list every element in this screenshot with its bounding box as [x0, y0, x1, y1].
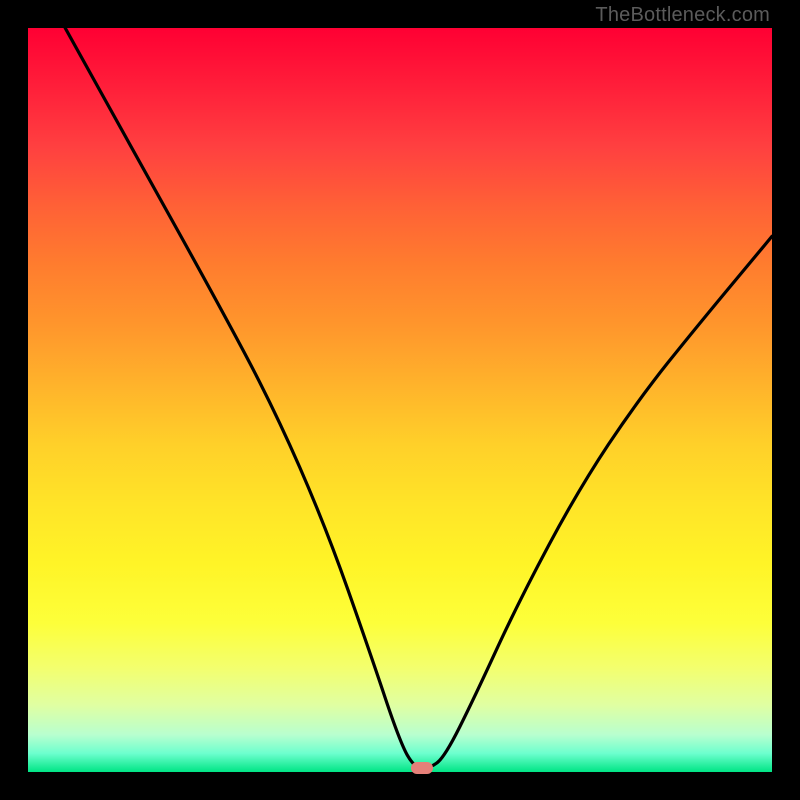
plot-area	[28, 28, 772, 772]
chart-frame: TheBottleneck.com	[0, 0, 800, 800]
optimum-marker	[411, 762, 433, 774]
bottleneck-curve	[28, 28, 772, 772]
watermark-text: TheBottleneck.com	[595, 4, 770, 27]
